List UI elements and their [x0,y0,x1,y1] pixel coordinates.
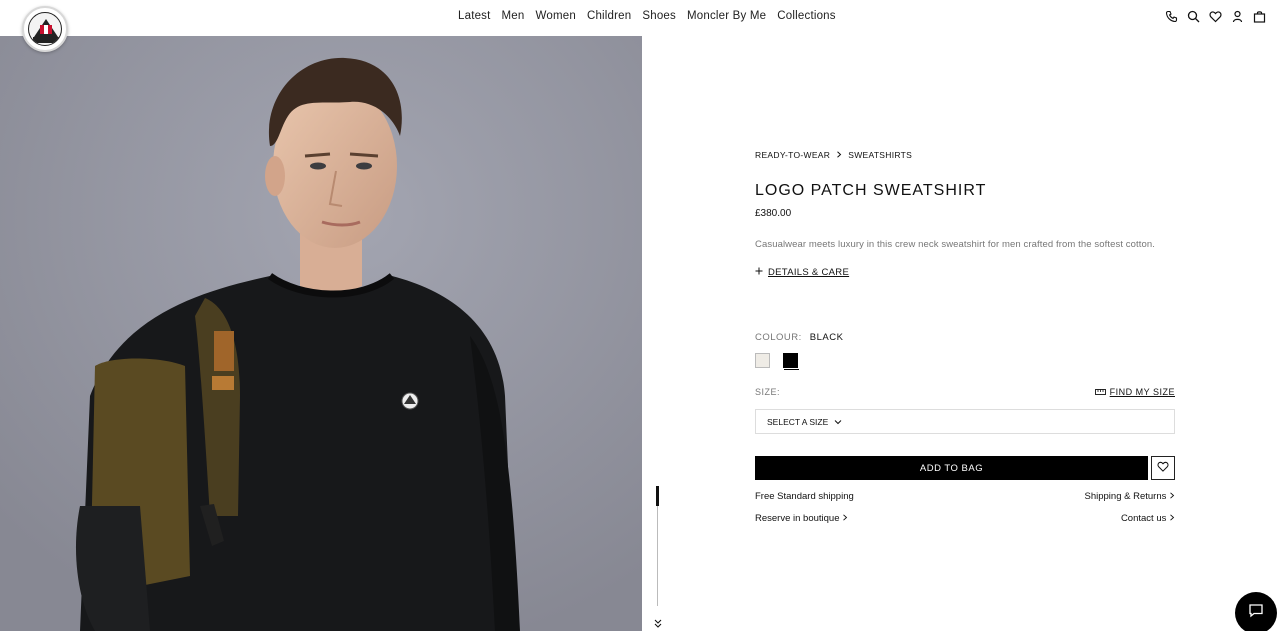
site-header: Latest Men Women Children Shoes Moncler … [0,0,1280,52]
scroll-down-icon[interactable] [652,617,664,629]
boutique-links-row: Reserve in boutique Contact us [755,513,1175,524]
contact-us-link[interactable]: Contact us [1121,513,1175,524]
reserve-label: Reserve in boutique [755,513,840,524]
moncler-logo[interactable] [22,6,68,52]
breadcrumb-sweatshirts[interactable]: SWEATSHIRTS [848,150,912,160]
ruler-icon [1094,387,1106,397]
add-to-bag-button[interactable]: ADD TO BAG [755,456,1148,480]
main-nav: Latest Men Women Children Shoes Moncler … [458,10,836,22]
shipping-returns-label: Shipping & Returns [1084,491,1167,502]
details-care-link[interactable]: DETAILS & CARE [768,267,849,278]
nav-collections[interactable]: Collections [777,10,835,22]
bag-icon[interactable] [1253,10,1266,23]
size-row: SIZE: FIND MY SIZE [755,387,1175,397]
reserve-in-boutique-link[interactable]: Reserve in boutique [755,513,848,524]
product-image[interactable] [0,36,642,631]
colour-row: COLOUR: BLACK [755,332,1175,343]
nav-children[interactable]: Children [587,10,631,22]
chevron-right-icon [1169,513,1175,524]
selected-swatch-indicator [784,369,799,370]
heart-icon [1157,459,1169,477]
breadcrumb: READY-TO-WEAR SWEATSHIRTS [755,150,1175,160]
size-label: SIZE: [755,387,781,397]
header-icons [1165,10,1266,23]
product-info: READY-TO-WEAR SWEATSHIRTS LOGO PATCH SWE… [755,150,1175,524]
swatch-black[interactable] [783,353,798,368]
phone-icon[interactable] [1165,10,1178,23]
nav-women[interactable]: Women [536,10,576,22]
colour-swatches [755,353,1175,368]
nav-shoes[interactable]: Shoes [642,10,676,22]
bag-row: ADD TO BAG [755,456,1175,480]
details-care-toggle[interactable]: DETAILS & CARE [755,267,1175,278]
wishlist-button[interactable] [1151,456,1175,480]
product-price: £380.00 [755,208,792,219]
plus-icon [755,267,763,278]
heart-icon[interactable] [1209,10,1222,23]
free-shipping-link[interactable]: Free Standard shipping [755,491,854,502]
shipping-links-row: Free Standard shipping Shipping & Return… [755,491,1175,502]
product-description: Casualwear meets luxury in this crew nec… [755,239,1156,250]
nav-latest[interactable]: Latest [458,10,491,22]
shipping-returns-link[interactable]: Shipping & Returns [1085,491,1176,502]
find-my-size-label: FIND MY SIZE [1109,387,1175,397]
swatch-ivory[interactable] [755,353,770,368]
size-select-placeholder: SELECT A SIZE [767,416,829,427]
breadcrumb-ready-to-wear[interactable]: READY-TO-WEAR [755,150,830,160]
contact-label: Contact us [1120,513,1167,524]
find-my-size-link[interactable]: FIND MY SIZE [1094,387,1175,397]
chevron-right-icon [836,150,842,160]
gallery-scroll-thumb[interactable] [656,486,659,506]
search-icon[interactable] [1187,10,1200,23]
chevron-right-icon [1169,491,1175,502]
model-photo [0,36,642,631]
logo-emblem [28,12,62,46]
nav-men[interactable]: Men [502,10,525,22]
product-title: LOGO PATCH SWEATSHIRT [755,182,987,199]
chevron-right-icon [842,513,848,524]
colour-value: BLACK [809,332,844,343]
account-icon[interactable] [1231,10,1244,23]
size-select[interactable]: SELECT A SIZE [755,409,1175,434]
colour-label: COLOUR: [755,332,802,343]
chat-icon [1248,603,1264,623]
chevron-down-icon [834,417,842,427]
nav-moncler-by-me[interactable]: Moncler By Me [687,10,766,22]
chat-button[interactable] [1235,592,1277,631]
